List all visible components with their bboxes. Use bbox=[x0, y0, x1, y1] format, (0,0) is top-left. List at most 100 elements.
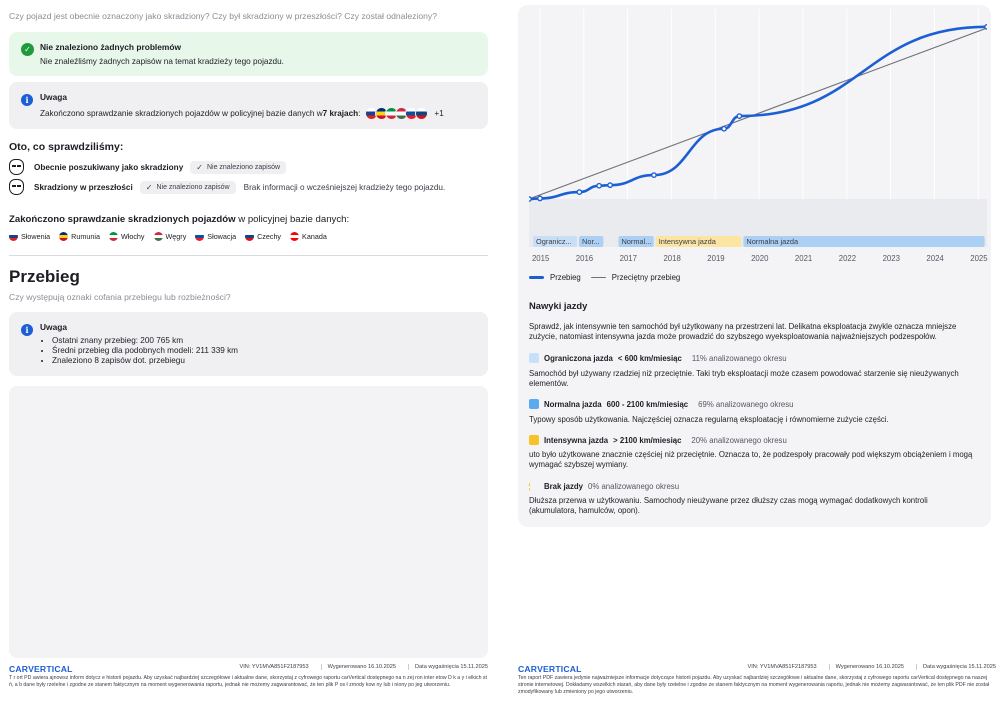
no-problems-card: ✓ Nie znaleziono żadnych problemów Nie z… bbox=[9, 32, 488, 76]
mileage-point bbox=[529, 196, 532, 202]
countries-list: Słowenia Rumunia Włochy Węgry Słowacja Czechy… bbox=[9, 232, 327, 241]
segment-label: Nor... bbox=[582, 237, 600, 246]
level-intense: Intensywna jazda > 2100 km/miesiąc 20% ana… bbox=[529, 435, 787, 445]
mileage-note-title: Uwaga bbox=[40, 322, 67, 332]
footer-left: CARVERTICAL VIN: YV1MVA851F2187953 Wygene… bbox=[9, 660, 488, 706]
list-item: Ostatni znany przebieg: 200 765 km bbox=[52, 336, 476, 346]
level-swatch bbox=[529, 353, 539, 363]
segment-label: Intensywna jazda bbox=[659, 237, 717, 246]
level-normal-desc: Typowy sposób użytkowania. Najczęściej o… bbox=[529, 415, 889, 424]
year-tick-label: 2024 bbox=[926, 254, 944, 263]
note-title: Uwaga bbox=[40, 92, 67, 102]
mileage-point bbox=[537, 195, 543, 202]
info-icon: i bbox=[21, 324, 33, 336]
flag-icon bbox=[59, 232, 69, 241]
chart-legend: Przebieg Przeciętny przebieg bbox=[529, 273, 680, 282]
info-icon: i bbox=[21, 94, 33, 106]
year-tick-label: 2019 bbox=[707, 254, 725, 263]
check-row-past: Skradziony w przeszłości ✓ Nie znaleziono… bbox=[9, 179, 445, 195]
more-countries: +1 bbox=[434, 109, 444, 118]
year-tick-label: 2022 bbox=[838, 254, 857, 263]
footer-right: CARVERTICAL VIN: YV1MVA851F2187953 Wygene… bbox=[518, 660, 996, 706]
level-limited: Ograniczona jazda < 600 km/miesiąc 11% ana… bbox=[529, 353, 787, 363]
level-swatch bbox=[529, 435, 539, 445]
no-records-badge: ✓ Nie znaleziono zapisów bbox=[139, 180, 236, 194]
no-problems-title: Nie znaleziono żadnych problemów bbox=[40, 42, 181, 52]
segment-label: Normalna jazda bbox=[746, 237, 799, 246]
legend-label-average: Przeciętny przebieg bbox=[611, 273, 681, 282]
mileage-line-chart: Ogranicz... Nor... Normal... Intensywna jaz… bbox=[529, 9, 987, 257]
mileage-point bbox=[607, 182, 613, 189]
driving-intro: Sprawdź, jak intensywnie ten samochód by… bbox=[529, 322, 957, 342]
mileage-point bbox=[721, 125, 727, 132]
list-item: Średni przebieg dla podobnych modeli: 21… bbox=[52, 346, 476, 356]
level-normal: Normalna jazda 600 - 2100 km/miesiąc 69% a… bbox=[529, 399, 794, 409]
thief-mask-icon bbox=[9, 179, 24, 195]
no-records-badge: ✓ Nie znaleziono zapisów bbox=[190, 160, 287, 174]
mileage-point bbox=[596, 182, 603, 189]
level-intense-desc: uto było użytkowane znacznie częściej ni… bbox=[529, 450, 973, 470]
country-flags-stack bbox=[365, 107, 429, 120]
legend-swatch-mileage bbox=[529, 276, 544, 279]
country-item: Czechy bbox=[245, 232, 281, 241]
year-tick-label: 2023 bbox=[882, 254, 900, 263]
note-text: Zakończono sprawdzanie skradzionych poja… bbox=[40, 107, 444, 120]
mileage-point bbox=[576, 189, 583, 195]
country-item: Rumunia bbox=[59, 232, 100, 241]
year-tick-label: 2017 bbox=[619, 254, 637, 263]
country-name: Węgry bbox=[165, 232, 187, 241]
country-name: Kanada bbox=[302, 232, 327, 241]
country-item: Węgry bbox=[153, 232, 187, 241]
country-item: Włochy bbox=[108, 232, 145, 241]
mileage-note-card: i Uwaga Ostatni znany przebieg: 200 765 … bbox=[9, 312, 488, 376]
level-limited-desc: Samochód był używany rzadziej niż przeci… bbox=[529, 369, 959, 389]
country-item: Kanada bbox=[290, 232, 327, 241]
left-page: Czy pojazd jest obecnie oznaczony jako s… bbox=[0, 0, 500, 706]
flag-icon bbox=[195, 232, 205, 241]
disclaimer-text: T r ort PD awiera ajnowsz inform dotycz … bbox=[9, 675, 487, 688]
checked-heading: Oto, co sprawdziliśmy: bbox=[9, 141, 124, 153]
year-tick-label: 2015 bbox=[531, 254, 550, 263]
level-swatch bbox=[529, 399, 539, 409]
year-tick-label: 2018 bbox=[663, 254, 681, 263]
check-circle-icon: ✓ bbox=[21, 43, 34, 56]
mileage-point bbox=[984, 23, 987, 30]
carvertical-logo: CARVERTICAL bbox=[9, 664, 73, 674]
country-name: Czechy bbox=[257, 232, 282, 241]
flag-icon bbox=[108, 232, 118, 241]
flag-icon bbox=[245, 232, 255, 241]
disclaimer-text: Ten raport PDF zawiera jedynie najważnie… bbox=[518, 675, 990, 695]
mileage-note-list: Ostatni znany przebieg: 200 765 km Średn… bbox=[52, 336, 476, 367]
country-item: Słowenia bbox=[9, 232, 50, 241]
list-item: Znaleziono 8 zapisów dot. przebiegu bbox=[52, 356, 476, 366]
section-divider bbox=[9, 255, 488, 256]
country-item: Słowacja bbox=[195, 232, 236, 241]
report-meta: VIN: YV1MVA851F2187953 Wygenerowano 16.10… bbox=[747, 664, 996, 670]
level-swatch bbox=[529, 481, 539, 491]
country-name: Słowacja bbox=[207, 232, 237, 241]
report-meta: VIN: YV1MVA851F2187953 Wygenerowano 16.10… bbox=[239, 664, 488, 670]
level-none: Brak jazdy 0% analizowanego okresu bbox=[529, 481, 679, 491]
legend-label-mileage: Przebieg bbox=[550, 273, 581, 282]
stolen-question: Czy pojazd jest obecnie oznaczony jako s… bbox=[9, 11, 437, 21]
flag-icon bbox=[9, 232, 18, 241]
mileage-title: Przebieg bbox=[9, 267, 80, 286]
mileage-point bbox=[651, 172, 657, 179]
past-theft-info: Brak informacji o wcześniejszej kradzież… bbox=[243, 182, 446, 192]
year-tick-label: 2016 bbox=[575, 254, 594, 263]
country-name: Rumunia bbox=[71, 232, 100, 241]
flag-icon bbox=[153, 232, 163, 241]
country-name: Włochy bbox=[120, 232, 145, 241]
country-name: Słowenia bbox=[21, 232, 51, 241]
countries-heading: Zakończono sprawdzanie skradzionych poja… bbox=[9, 214, 350, 225]
driving-habits-title: Nawyki jazdy bbox=[529, 300, 588, 311]
flag-icon bbox=[290, 232, 300, 241]
check-row-current: Obecnie poszukiwany jako skradziony ✓ Nie… bbox=[9, 159, 287, 175]
flag-icon bbox=[415, 107, 429, 120]
mileage-chart-placeholder bbox=[9, 386, 488, 658]
stolen-note-card: i Uwaga Zakończono sprawdzanie skradzion… bbox=[9, 82, 488, 129]
legend-swatch-average bbox=[590, 276, 606, 279]
mileage-point bbox=[736, 113, 743, 119]
thief-mask-icon bbox=[9, 159, 24, 175]
level-none-desc: Dłuższa przerwa w użytkowaniu. Samochody… bbox=[529, 496, 928, 516]
